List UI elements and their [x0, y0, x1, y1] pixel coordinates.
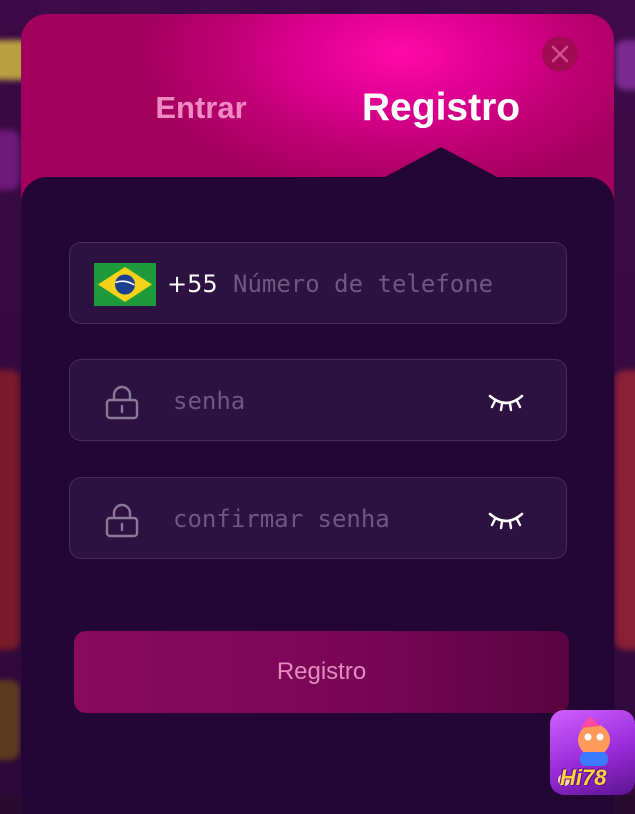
background-tile	[0, 370, 20, 650]
background-tile	[0, 130, 20, 190]
dial-code[interactable]: +55	[167, 270, 218, 298]
active-tab-pointer	[381, 147, 501, 179]
background-tile	[0, 680, 20, 760]
close-icon	[551, 45, 569, 63]
register-submit-button[interactable]: Registro	[74, 631, 569, 713]
eye-closed-icon[interactable]	[487, 508, 525, 532]
badge-logo-text: Hi78	[560, 765, 607, 790]
phone-field: +55	[69, 242, 567, 324]
brazil-flag-icon[interactable]	[94, 263, 156, 306]
lock-icon	[105, 385, 139, 420]
confirm-password-input[interactable]	[173, 500, 473, 538]
password-input[interactable]	[173, 382, 473, 420]
password-field	[69, 359, 567, 441]
phone-input[interactable]	[233, 265, 553, 303]
lock-icon	[105, 503, 139, 538]
tab-entrar[interactable]: Entrar	[131, 86, 271, 130]
background-tile	[615, 370, 635, 650]
app-badge[interactable]: Hi78	[550, 710, 635, 795]
register-modal: Entrar Registro +55 Número de telefone R…	[21, 14, 614, 814]
background-tile	[615, 40, 635, 90]
eye-closed-icon[interactable]	[487, 390, 525, 414]
confirm-password-field	[69, 477, 567, 559]
tab-registro[interactable]: Registro	[341, 86, 541, 130]
close-button[interactable]	[542, 36, 578, 72]
